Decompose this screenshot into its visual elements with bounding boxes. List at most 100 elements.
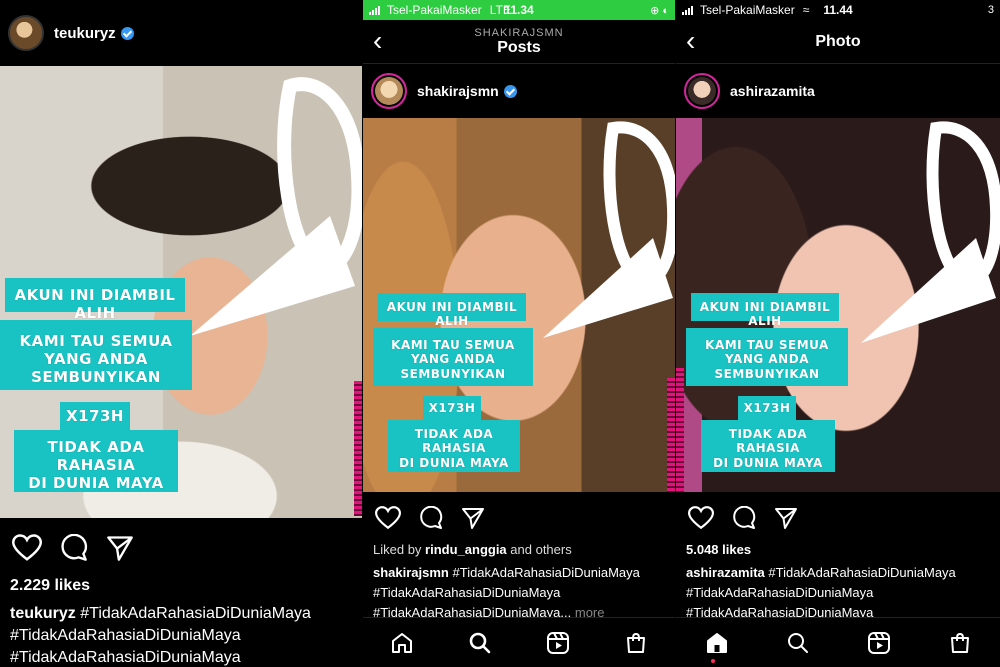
action-bar <box>676 498 1000 538</box>
nav-bar: ‹ SHAKIRAJSMN Posts <box>363 20 675 64</box>
overlay-caption-line: DI DUNIA MAYA <box>28 474 164 492</box>
heart-icon[interactable] <box>375 506 401 530</box>
status-bar: Tsel-PakaiMasker ≈ 11.44 3 <box>676 0 1000 20</box>
share-icon[interactable] <box>106 534 134 562</box>
overlay-caption: KAMI TAU SEMUA YANG ANDA SEMBUNYIKAN <box>373 328 533 386</box>
hashtag[interactable]: #TidakAdaRahasiaDiDuniaMaya <box>10 647 356 667</box>
hashtag[interactable]: #TidakAdaRahasiaDiDuniaMaya <box>373 583 669 603</box>
username-label[interactable]: teukuryz <box>54 25 116 42</box>
caption-username[interactable]: teukuryz <box>10 605 76 622</box>
back-icon[interactable]: ‹ <box>686 27 695 55</box>
search-icon[interactable] <box>786 631 810 655</box>
share-icon[interactable] <box>461 506 485 530</box>
nav-subtitle: SHAKIRAJSMN <box>474 26 564 39</box>
overlay-caption-line: DI DUNIA MAYA <box>399 455 509 470</box>
post-username[interactable]: teukuryz <box>54 25 134 42</box>
home-icon[interactable] <box>390 631 414 655</box>
overlay-caption-line: YANG ANDA SEMBUNYIKAN <box>714 352 820 381</box>
shop-icon[interactable] <box>948 631 972 655</box>
reels-icon[interactable] <box>546 631 570 655</box>
carrier-label: Tsel-PakaiMasker <box>700 3 795 17</box>
megaphone-graphic <box>190 77 362 336</box>
bottom-nav <box>676 617 1000 667</box>
search-icon[interactable] <box>468 631 492 655</box>
caption-username[interactable]: ashirazamita <box>686 565 765 580</box>
post-caption: ashirazamita #TidakAdaRahasiaDiDuniaMaya… <box>686 563 994 623</box>
back-icon[interactable]: ‹ <box>373 27 382 55</box>
liked-by-prefix: Liked by <box>373 542 426 557</box>
avatar[interactable] <box>371 73 407 109</box>
liked-by[interactable]: Liked by rindu_anggia and others <box>373 542 572 557</box>
glitch-bar <box>354 381 362 516</box>
post-username[interactable]: shakirajsmn <box>417 83 517 99</box>
overlay-caption: AKUN INI DIAMBIL ALIH <box>378 293 526 328</box>
megaphone-graphic <box>543 121 675 338</box>
overlay-caption-line: KAMI TAU SEMUA <box>705 338 829 352</box>
comment-icon[interactable] <box>732 506 756 530</box>
comment-icon[interactable] <box>60 534 88 562</box>
likes-count[interactable]: 2.229 likes <box>10 577 90 595</box>
overlay-caption: KAMI TAU SEMUA YANG ANDA SEMBUNYIKAN <box>0 320 192 390</box>
verified-icon <box>120 26 134 40</box>
glitch-bar <box>676 368 684 492</box>
hashtag[interactable]: #TidakAdaRahasiaDiDuniaMaya <box>453 565 640 580</box>
share-icon[interactable] <box>774 506 798 530</box>
hashtag[interactable]: #TidakAdaRahasiaDiDuniaMaya <box>686 583 994 603</box>
wifi-icon: ≈ <box>802 3 810 17</box>
overlay-caption: AKUN INI DIAMBIL ALIH <box>5 278 185 322</box>
overlay-caption: TIDAK ADA RAHASIA DI DUNIA MAYA <box>14 430 178 492</box>
overlay-caption: X173H <box>738 396 796 420</box>
shop-icon[interactable] <box>624 631 648 655</box>
status-icons: ⊕ ◐ <box>650 4 669 17</box>
overlay-caption: KAMI TAU SEMUA YANG ANDA SEMBUNYIKAN <box>686 328 848 386</box>
overlay-caption-line: YANG ANDA SEMBUNYIKAN <box>400 352 506 381</box>
username-label[interactable]: ashirazamita <box>730 83 815 99</box>
comment-icon[interactable] <box>419 506 443 530</box>
page-title: Posts <box>497 38 541 56</box>
overlay-caption-line: KAMI TAU SEMUA <box>19 332 173 350</box>
post-header: shakirajsmn <box>363 64 675 118</box>
post-photo[interactable]: AKUN INI DIAMBIL ALIH KAMI TAU SEMUA YAN… <box>676 118 1000 492</box>
overlay-caption: TIDAK ADA RAHASIA DI DUNIA MAYA <box>701 420 835 472</box>
signal-icon <box>369 5 383 15</box>
post-photo[interactable]: AKUN INI DIAMBIL ALIH KAMI TAU SEMUA YAN… <box>363 118 675 492</box>
action-bar <box>0 528 362 568</box>
hashtag[interactable]: #TidakAdaRahasiaDiDuniaMaya <box>80 605 311 622</box>
megaphone-graphic <box>861 121 1000 343</box>
hashtag[interactable]: #TidakAdaRahasiaDiDuniaMaya <box>10 625 356 647</box>
notification-dot <box>711 659 715 663</box>
overlay-caption: X173H <box>60 402 130 430</box>
post-username[interactable]: ashirazamita <box>730 83 815 99</box>
home-icon[interactable] <box>705 631 729 655</box>
action-bar <box>363 498 675 538</box>
username-label[interactable]: shakirajsmn <box>417 83 499 99</box>
overlay-caption: AKUN INI DIAMBIL ALIH <box>691 293 839 328</box>
post-caption: shakirajsmn #TidakAdaRahasiaDiDuniaMaya … <box>373 563 669 623</box>
post-header: teukuryz <box>0 6 362 60</box>
status-bar: Tsel-PakaiMasker LTE 11.34 ⊕ ◐ <box>363 0 675 20</box>
overlay-caption-line: TIDAK ADA RAHASIA <box>47 438 145 474</box>
overlay-caption-line: TIDAK ADA RAHASIA <box>414 427 494 456</box>
heart-icon[interactable] <box>688 506 714 530</box>
signal-icon <box>682 5 696 15</box>
post-panel-teukuryz: teukuryz AKUN INI DIAMBIL ALIH KAMI TAU … <box>0 0 362 667</box>
avatar[interactable] <box>8 15 44 51</box>
overlay-caption: X173H <box>423 396 481 420</box>
likes-count[interactable]: 5.048 likes <box>686 542 751 557</box>
post-photo[interactable]: AKUN INI DIAMBIL ALIH KAMI TAU SEMUA YAN… <box>0 66 362 518</box>
caption-username[interactable]: shakirajsmn <box>373 565 449 580</box>
overlay-caption-line: DI DUNIA MAYA <box>713 455 823 470</box>
page-title: Photo <box>815 32 861 50</box>
liked-by-suffix: and others <box>506 542 572 557</box>
verified-icon <box>503 84 517 98</box>
status-time: 11.34 <box>504 3 534 17</box>
reels-icon[interactable] <box>867 631 891 655</box>
hashtag[interactable]: #TidakAdaRahasiaDiDuniaMaya <box>768 565 955 580</box>
avatar[interactable] <box>684 73 720 109</box>
status-time: 11.44 <box>823 3 853 17</box>
post-caption: teukuryz #TidakAdaRahasiaDiDuniaMaya #Ti… <box>10 603 356 667</box>
heart-icon[interactable] <box>12 534 42 562</box>
liked-by-user[interactable]: rindu_anggia <box>425 542 507 557</box>
post-header: ashirazamita <box>676 64 1000 118</box>
overlay-caption-line: KAMI TAU SEMUA <box>391 338 515 352</box>
